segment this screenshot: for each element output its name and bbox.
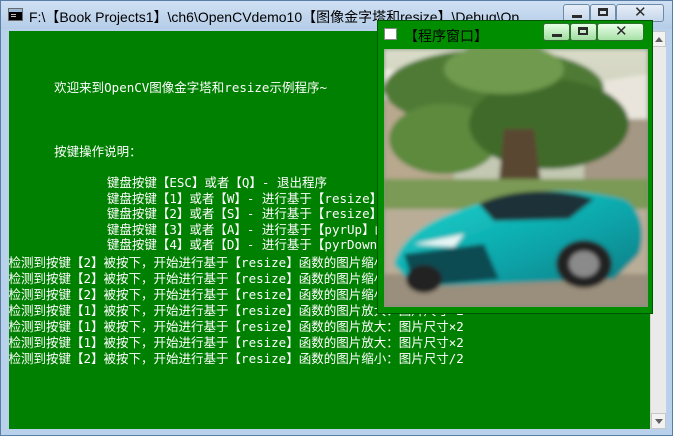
close-icon: ✕	[634, 3, 647, 21]
image-display	[384, 49, 648, 307]
maximize-icon	[578, 27, 588, 35]
scroll-down-icon[interactable]	[651, 413, 666, 429]
image-window-title: 【程序窗口】	[404, 29, 488, 45]
console-line: 欢迎来到OpenCV图像金字塔和resize示例程序~	[9, 80, 327, 95]
console-line: 键盘按键【ESC】或者【Q】- 退出程序	[9, 175, 327, 190]
image-close-button[interactable]: ✕	[597, 22, 644, 41]
cmd-icon[interactable]	[8, 8, 23, 21]
console-line: >检测到按键【1】被按下，开始进行基于【resize】函数的图片放大：图片尺寸×…	[9, 319, 464, 334]
image-window-titlebar[interactable]: 【程序窗口】 ✕	[378, 21, 652, 47]
app-icon[interactable]	[384, 28, 397, 40]
console-line: >检测到按键【1】被按下，开始进行基于【resize】函数的图片放大：图片尺寸×…	[9, 335, 464, 350]
image-maximize-button[interactable]	[570, 23, 597, 41]
image-window: 【程序窗口】 ✕	[377, 20, 653, 314]
console-line: 按键操作说明：	[9, 144, 142, 159]
scroll-up-icon[interactable]	[651, 31, 666, 47]
maximize-icon	[598, 8, 608, 16]
minimize-icon	[552, 34, 562, 37]
minimize-icon	[572, 15, 582, 18]
car-photo	[384, 49, 648, 307]
console-line: >检测到按键【2】被按下，开始进行基于【resize】函数的图片缩小：图片尺寸/…	[9, 351, 464, 366]
image-minimize-button[interactable]	[543, 23, 570, 41]
close-icon: ✕	[615, 22, 628, 40]
